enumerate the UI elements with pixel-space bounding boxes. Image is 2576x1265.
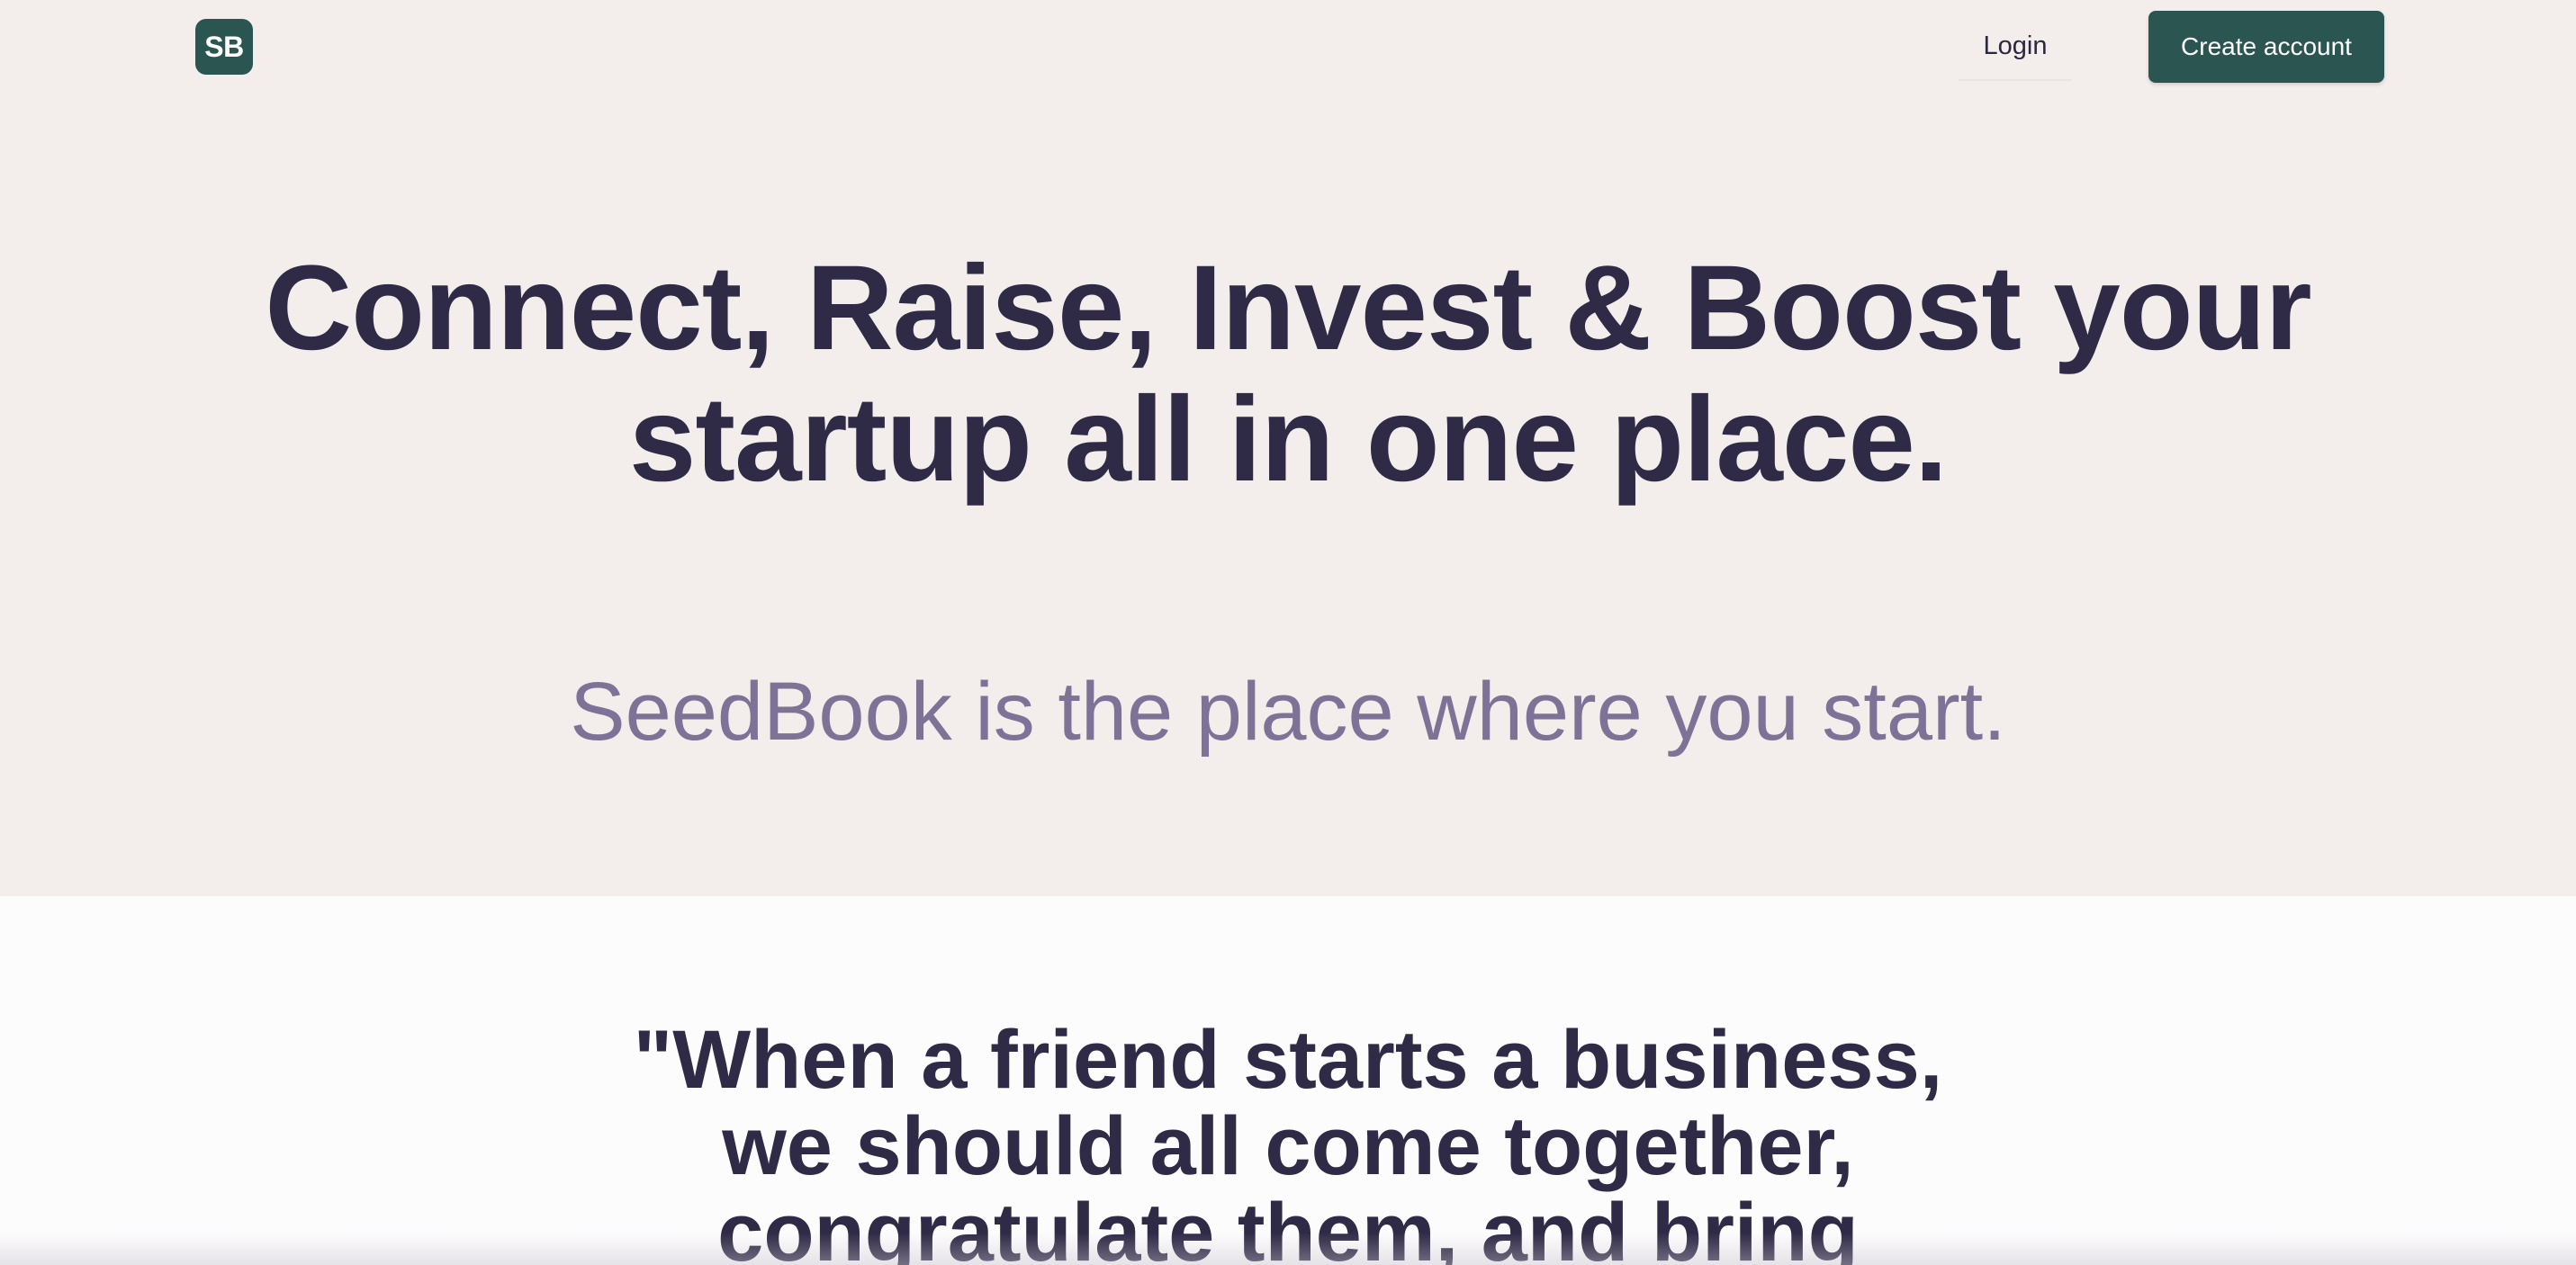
testimonial-quote: "When a friend starts a business, we sho…	[298, 1017, 2278, 1265]
logo-text: SB	[204, 30, 244, 63]
bottom-shadow	[0, 1233, 2576, 1265]
hero-section: SB Login Create account Connect, Raise, …	[0, 0, 2576, 896]
landing-page: SB Login Create account Connect, Raise, …	[0, 0, 2576, 1265]
login-button[interactable]: Login	[1959, 13, 2072, 81]
quote-line-2: we should all come together,	[722, 1100, 1854, 1192]
hero-headline-line-1: Connect, Raise, Invest & Boost your	[265, 241, 2311, 375]
hero-headline: Connect, Raise, Invest & Boost your star…	[208, 243, 2368, 506]
quote-line-1: "When a friend starts a business,	[633, 1014, 1943, 1106]
logo[interactable]: SB	[195, 19, 253, 75]
create-account-label: Create account	[2181, 32, 2352, 60]
hero-headline-line-2: startup all in one place.	[628, 372, 1948, 507]
hero-subheadline: SeedBook is the place where you start.	[570, 666, 2006, 758]
create-account-button[interactable]: Create account	[2148, 11, 2384, 83]
login-label: Login	[1983, 31, 2048, 60]
